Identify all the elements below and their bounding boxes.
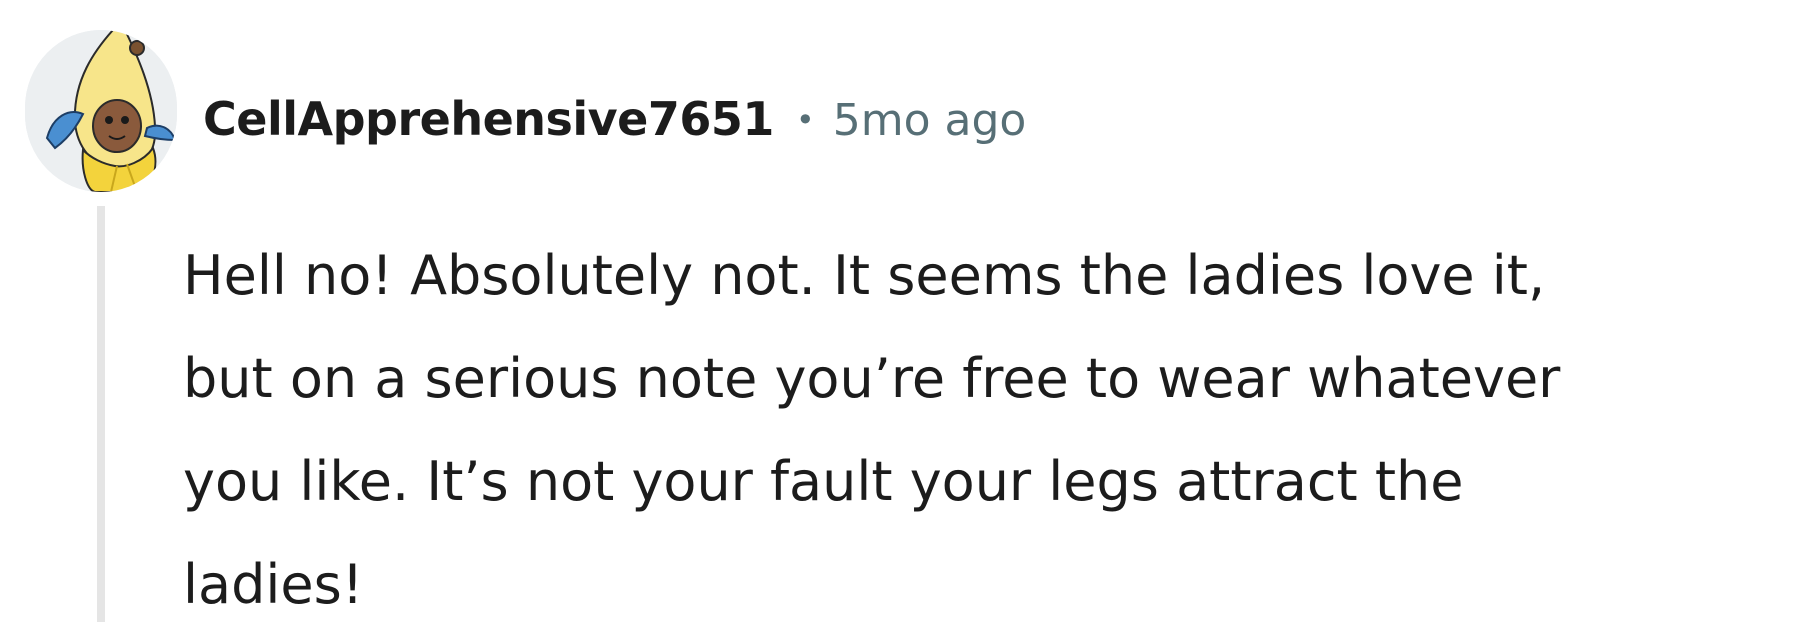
comment-header: CellApprehensive7651 • 5mo ago xyxy=(203,92,1026,146)
thread-line[interactable] xyxy=(97,206,105,622)
avatar[interactable] xyxy=(25,30,177,192)
banana-costume-avatar-icon xyxy=(25,30,177,192)
comment-line: Hell no! Absolutely not. It seems the la… xyxy=(183,244,1546,307)
comment-timestamp[interactable]: 5mo ago xyxy=(833,95,1027,146)
comment-line: ladies! xyxy=(183,553,364,616)
comment-line: but on a serious note you’re free to wea… xyxy=(183,347,1561,410)
author-username[interactable]: CellApprehensive7651 xyxy=(203,92,774,146)
separator-dot: • xyxy=(795,101,815,139)
comment-body: Hell no! Absolutely not. It seems the la… xyxy=(183,224,1783,636)
comment-line: you like. It’s not your fault your legs … xyxy=(183,450,1464,513)
